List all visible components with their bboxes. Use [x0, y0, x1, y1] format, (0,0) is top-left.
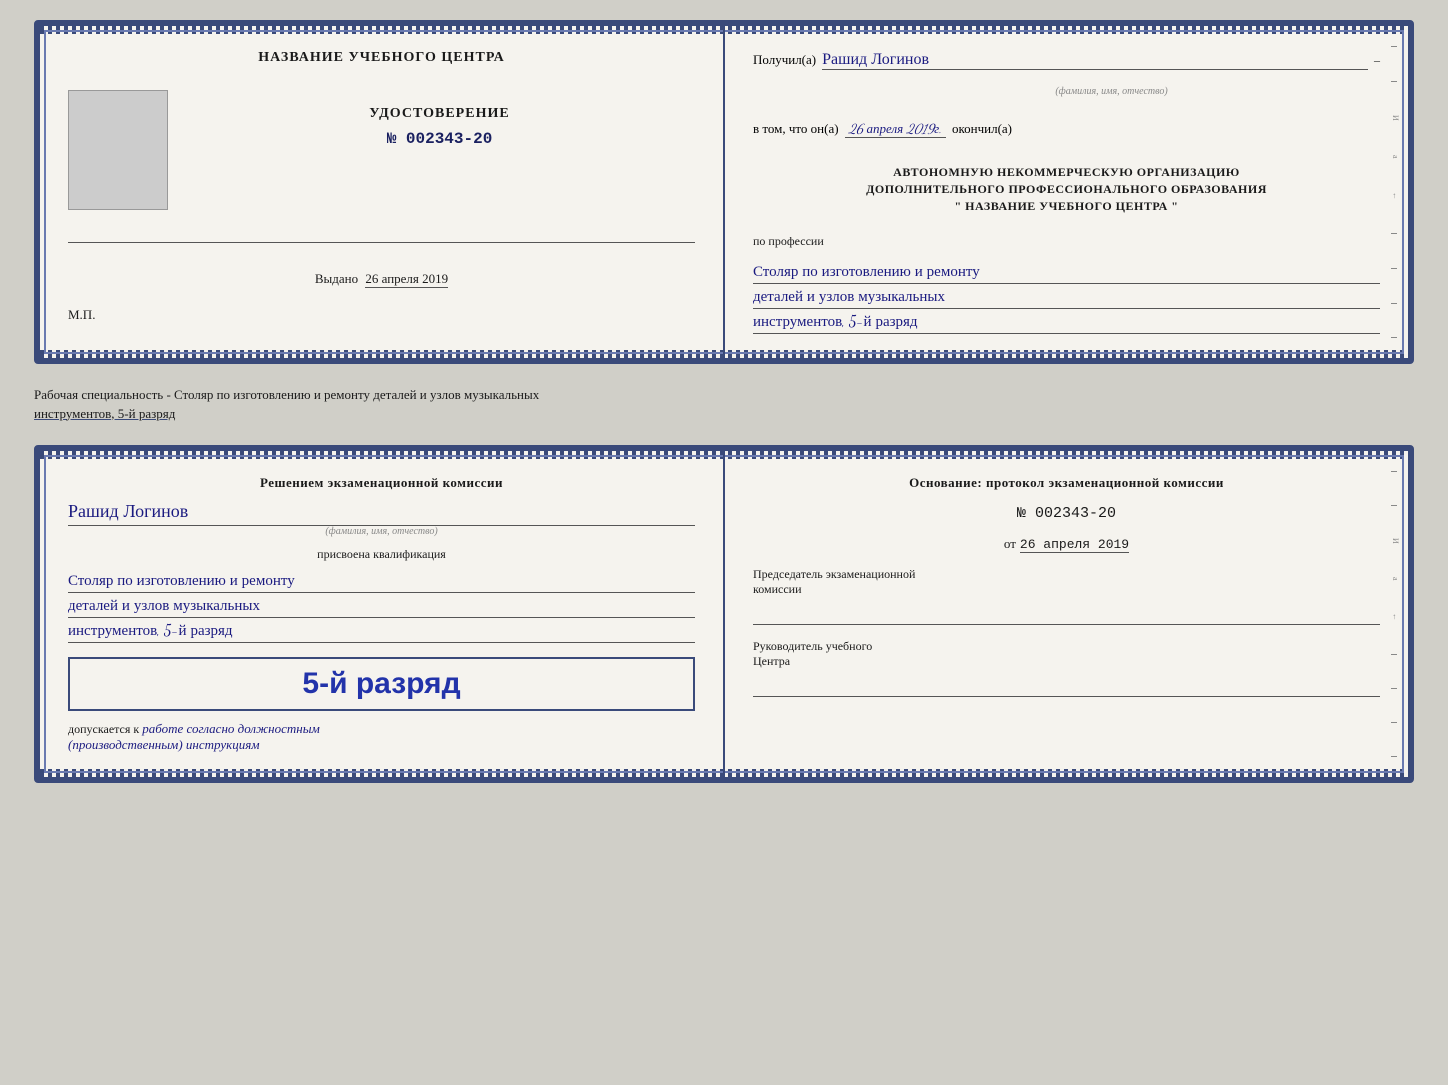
person-name-bottom-wrap: Рашид Логинов (фамилия, имя, отчество)	[68, 501, 695, 537]
person-name-bottom: Рашид Логинов	[68, 501, 695, 526]
vydano-label: Выдано	[315, 271, 358, 286]
org-text-3: " НАЗВАНИЕ УЧЕБНОГО ЦЕНТРА "	[753, 198, 1380, 215]
photo-placeholder	[68, 90, 168, 210]
udost-title: УДОСТОВЕРЕНИЕ	[369, 106, 509, 122]
protocol-date: 26 апреля 2019	[1020, 537, 1129, 553]
org-text-2: ДОПОЛНИТЕЛЬНОГО ПРОФЕССИОНАЛЬНОГО ОБРАЗО…	[753, 181, 1380, 198]
vtom-label: в том, что он(а)	[753, 121, 839, 137]
bottom-cert-left: Решением экзаменационной комиссии Рашид …	[40, 451, 723, 777]
protocol-date-row: от 26 апреля 2019	[753, 536, 1380, 553]
right-deco-top: И а ←	[1391, 26, 1400, 358]
profession-lines-top: Столяр по изготовлению и ремонту деталей…	[753, 263, 1380, 334]
vtom-row: в том, что он(а) 26 апреля 2019г. окончи…	[753, 121, 1380, 138]
top-certificate: НАЗВАНИЕ УЧЕБНОГО ЦЕНТРА УДОСТОВЕРЕНИЕ №…	[34, 20, 1414, 364]
udost-block: УДОСТОВЕРЕНИЕ № 002343-20	[184, 106, 695, 148]
dopusk-value2: (производственным) инструкциям	[68, 737, 260, 752]
top-cert-right: Получил(a) Рашид Логинов – (фамилия, имя…	[725, 26, 1408, 358]
vydano-date: 26 апреля 2019	[365, 271, 448, 288]
poluchil-row: Получил(a) Рашид Логинов –	[753, 50, 1380, 70]
prof-line2-bot: деталей и узлов музыкальных	[68, 597, 695, 618]
prof-line2-top: деталей и узлов музыкальных	[753, 288, 1380, 309]
predsedatel-sig-line	[753, 607, 1380, 625]
ot-label: от	[1004, 536, 1016, 552]
prof-line1-bot: Столяр по изготовлению и ремонту	[68, 572, 695, 593]
middle-text-block: Рабочая специальность - Столяр по изгото…	[34, 380, 1414, 428]
org-text-1: АВТОНОМНУЮ НЕКОММЕРЧЕСКУЮ ОРГАНИЗАЦИЮ	[753, 164, 1380, 181]
number-label: №	[1017, 505, 1026, 522]
person-name-top: Рашид Логинов	[822, 50, 1368, 70]
middle-text-1: Рабочая специальность - Столяр по изгото…	[34, 387, 539, 402]
dopusk-value: работе согласно должностным	[142, 721, 320, 736]
middle-text-2: инструментов, 5-й разряд	[34, 406, 175, 421]
number-value: 002343-20	[1035, 505, 1116, 522]
vydano-row: Выдано 26 апреля 2019	[315, 271, 448, 287]
okonchil-label: окончил(а)	[952, 121, 1012, 137]
dash1: –	[1374, 53, 1380, 68]
poluchil-label: Получил(a)	[753, 52, 816, 68]
profession-lines-bottom: Столяр по изготовлению и ремонту деталей…	[68, 572, 695, 643]
kvali-text: присвоена квалификация	[68, 547, 695, 562]
decision-text: Решением экзаменационной комиссии	[68, 475, 695, 491]
po-professii-label: по профессии	[753, 234, 1380, 249]
rukovoditel-block: Руководитель учебного Центра	[753, 639, 1380, 697]
org-text-block: АВТОНОМНУЮ НЕКОММЕРЧЕСКУЮ ОРГАНИЗАЦИЮ ДО…	[753, 164, 1380, 214]
bottom-certificate: Решением экзаменационной комиссии Рашид …	[34, 445, 1414, 783]
prof-line1-top: Столяр по изготовлению и ремонту	[753, 263, 1380, 284]
rank-box: 5-й разряд	[68, 657, 695, 711]
bottom-cert-right: Основание: протокол экзаменационной коми…	[725, 451, 1408, 777]
right-deco-bottom: И а ←	[1391, 451, 1400, 777]
separator-line	[68, 242, 695, 243]
rukovoditel-sig-line	[753, 679, 1380, 697]
top-cert-left: НАЗВАНИЕ УЧЕБНОГО ЦЕНТРА УДОСТОВЕРЕНИЕ №…	[40, 26, 723, 358]
prof-line3-top: инструментов, 5-й разряд	[753, 313, 1380, 334]
rukovoditel-label: Руководитель учебного Центра	[753, 639, 1380, 669]
fio-hint-top: (фамилия, имя, отчество)	[843, 86, 1380, 97]
fio-hint-bottom: (фамилия, имя, отчество)	[68, 526, 695, 537]
predsedatel-block: Председатель экзаменационной комиссии	[753, 567, 1380, 625]
osnov-text: Основание: протокол экзаменационной коми…	[753, 475, 1380, 491]
top-center-name: НАЗВАНИЕ УЧЕБНОГО ЦЕНТРА	[258, 50, 504, 66]
prof-line3-bot: инструментов, 5-й разряд	[68, 622, 695, 643]
vtom-date: 26 апреля 2019г.	[845, 121, 946, 138]
rank-big: 5-й разряд	[82, 667, 681, 701]
dopusk-row: допускается к работе согласно должностны…	[68, 721, 695, 753]
mp-label: М.П.	[68, 307, 95, 323]
cert-number: № 002343-20	[387, 130, 493, 148]
dopuskaetsya-label: допускается к	[68, 722, 139, 736]
protocol-number: № 002343-20	[753, 505, 1380, 522]
predsedatel-label: Председатель экзаменационной комиссии	[753, 567, 1380, 597]
